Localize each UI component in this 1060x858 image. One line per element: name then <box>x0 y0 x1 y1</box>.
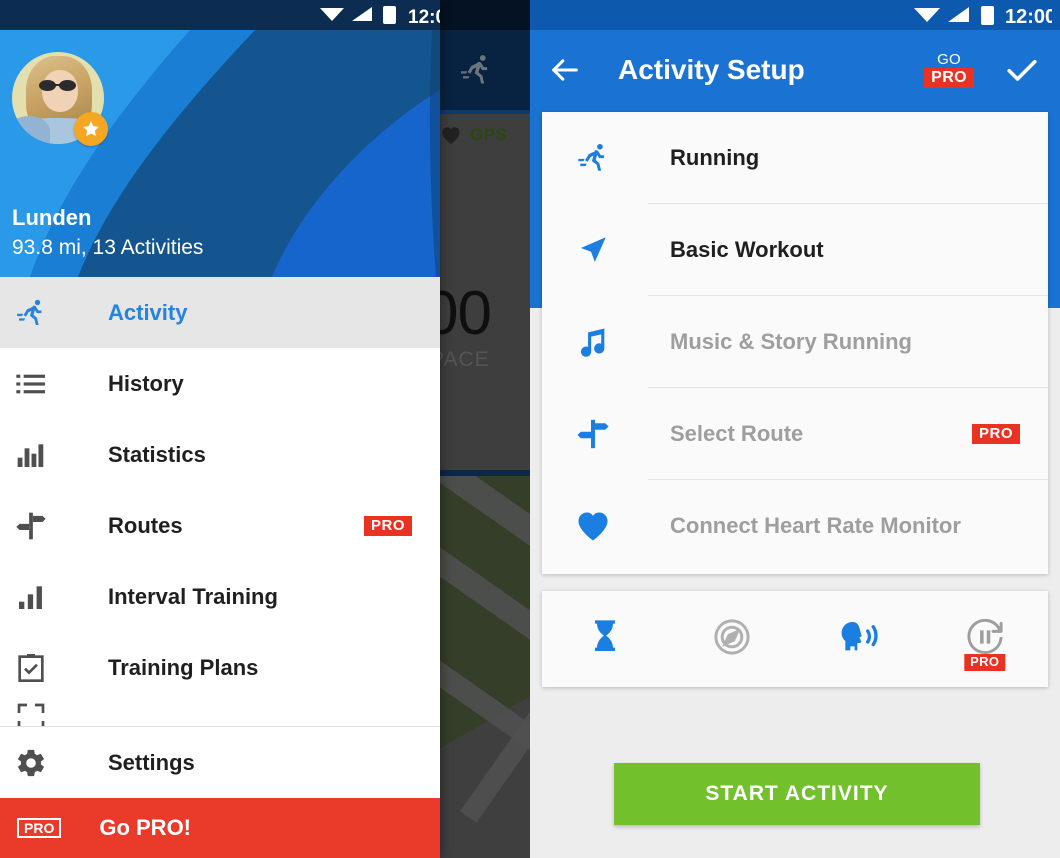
setup-row-select-route[interactable]: Select Route PRO <box>542 388 1048 479</box>
avatar[interactable] <box>12 52 108 146</box>
list-icon <box>14 368 74 400</box>
status-badge: PRO <box>363 515 412 536</box>
profile-name: Lunden <box>12 205 92 230</box>
clipboard-check-icon <box>14 652 74 684</box>
tools-card: PRO <box>542 591 1048 687</box>
sidebar-item-clipped[interactable] <box>0 703 440 726</box>
signpost-icon <box>564 417 622 451</box>
sidebar-item-statistics[interactable]: Statistics <box>0 419 440 490</box>
tool-auto-pause[interactable]: PRO <box>922 591 1049 687</box>
setup-row-label: Music & Story Running <box>670 328 912 354</box>
bar-chart-icon <box>14 439 74 471</box>
sidebar-item-interval-training[interactable]: Interval Training <box>0 561 440 632</box>
sidebar-item-training-plans[interactable]: Training Plans <box>0 632 440 703</box>
status-badge: PRO <box>17 818 62 838</box>
running-icon <box>564 141 622 175</box>
drawer-menu-list: Activity History Statistics Routes PRO I… <box>0 277 440 726</box>
sidebar-item-label: Settings <box>108 749 195 775</box>
start-activity-button[interactable]: START ACTIVITY <box>614 763 980 825</box>
running-icon <box>14 297 74 329</box>
sidebar-item-label: Training Plans <box>108 654 259 680</box>
setup-row-label: Basic Workout <box>670 236 824 262</box>
go-pro-go-label: GO <box>937 50 962 68</box>
music-note-icon <box>564 325 622 359</box>
tool-hourglass[interactable] <box>542 591 669 687</box>
check-icon[interactable] <box>1000 50 1044 90</box>
go-pro-button[interactable]: PRO Go PRO! <box>0 798 440 858</box>
hourglass-icon <box>585 617 625 662</box>
status-badge: PRO <box>924 67 974 89</box>
sidebar-item-label: Routes <box>108 512 183 538</box>
navigate-icon <box>564 233 622 267</box>
status-badge: PRO <box>964 654 1006 671</box>
wifi-icon <box>914 8 940 22</box>
sidebar-item-routes[interactable]: Routes PRO <box>0 490 440 561</box>
sidebar-item-label: Activity <box>108 299 188 325</box>
drawer-status-bar: 12:00 <box>0 0 440 30</box>
back-arrow-icon[interactable] <box>546 50 592 90</box>
heart-icon <box>564 509 622 542</box>
setup-row-label: Select Route <box>670 420 804 446</box>
battery-icon <box>383 6 396 24</box>
star-icon <box>74 112 108 146</box>
setup-row-connect-heart-rate-monitor[interactable]: Connect Heart Rate Monitor <box>542 480 1048 571</box>
tool-compass[interactable] <box>669 591 796 687</box>
setup-row-music-story-running[interactable]: Music & Story Running <box>542 296 1048 387</box>
profile-stats: 93.8 mi, 13 Activities <box>12 236 204 259</box>
page-title: Activity Setup <box>618 54 805 85</box>
svg-text:12:00: 12:00 <box>408 7 440 28</box>
left-phone-screen: GPS 00 PACE 12:00 <box>0 0 530 858</box>
sidebar-item-label: Interval Training <box>108 583 278 609</box>
sidebar-item-label: Statistics <box>108 441 206 467</box>
sidebar-item-activity[interactable]: Activity <box>0 277 440 348</box>
go-pro-label: Go PRO! <box>99 815 192 840</box>
setup-row-running[interactable]: Running <box>542 112 1048 203</box>
bar-chart-alt-icon <box>14 581 74 613</box>
go-pro-button[interactable]: GO PRO <box>924 50 974 89</box>
sidebar-item-settings[interactable]: Settings <box>0 727 440 798</box>
sidebar-item-label: History <box>108 370 184 396</box>
setup-row-basic-workout[interactable]: Basic Workout <box>542 204 1048 295</box>
battery-icon <box>981 6 994 25</box>
drawer-profile-header[interactable]: Lunden 93.8 mi, 13 Activities <box>0 30 440 277</box>
crop-frame-icon <box>14 703 74 726</box>
sidebar-item-history[interactable]: History <box>0 348 440 419</box>
screenshot-root: GPS 00 PACE 12:00 <box>0 0 1060 858</box>
voice-coach-icon <box>836 617 880 662</box>
status-time: 12:00 <box>1005 6 1052 28</box>
tool-voice-coach[interactable] <box>795 591 922 687</box>
status-bar-icons: 12:00 <box>914 6 1052 28</box>
right-phone-screen: 12:00 Activity Setup GO PRO Running Basi… <box>530 0 1060 858</box>
status-bar: 12:00 <box>530 0 1060 30</box>
signal-icon <box>948 7 969 22</box>
setup-row-label: Running <box>670 144 760 170</box>
status-badge: PRO <box>971 423 1020 444</box>
navigation-drawer: 12:00 <box>0 0 440 858</box>
activity-setup-card: Running Basic Workout Music & Story Runn… <box>542 112 1048 574</box>
gear-icon <box>14 747 74 779</box>
signpost-icon <box>14 510 74 542</box>
compass-icon <box>711 616 753 663</box>
setup-row-label: Connect Heart Rate Monitor <box>670 512 961 538</box>
